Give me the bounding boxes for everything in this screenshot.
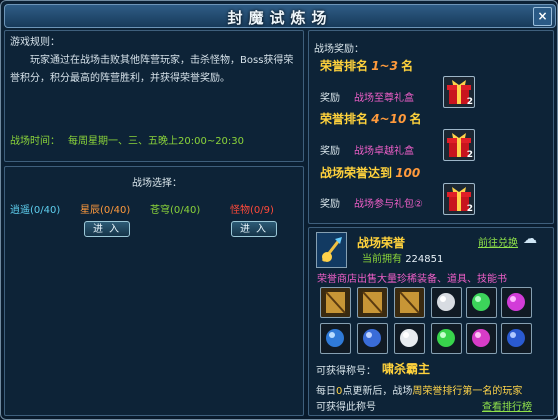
orb-icon [326,329,344,347]
faction-name: 逍遥 [10,205,30,216]
scroll-icon [325,291,346,314]
shop-item-orb[interactable] [431,323,462,354]
shop-item-scroll[interactable] [394,287,425,318]
rewards-heading: 战场奖励： [314,44,364,55]
tier-3-reward-label: 奖励 [320,199,340,210]
close-button[interactable]: × [533,7,552,26]
item-quantity: 2 [466,150,473,160]
faction-name: 苍穹 [150,205,170,216]
honor-medal-icon [316,232,347,268]
orb-icon [363,329,381,347]
tier-3-reward-name[interactable]: 战场参与礼包② [354,195,423,210]
faction-cangqiong[interactable]: 苍穹(0/40) [150,201,200,216]
honor-title: 战场荣誉 [357,236,406,250]
faction-count: (0/9) [250,205,274,216]
orb-icon [437,293,455,311]
title-note-line2: 可获得此称号 [316,402,376,413]
title-bar: 封魔试炼场 × [4,4,556,28]
shop-item-orb[interactable] [357,323,388,354]
gift-box-icon[interactable]: 2 [443,183,475,215]
selection-heading: 战场选择： [132,178,182,189]
faction-count: (0/40) [170,205,201,216]
orb-icon [400,329,418,347]
honor-shop-text: 荣誉商店出售大量珍稀装备、道具、技能书 [317,274,507,285]
note-prefix: 每日 [316,386,336,397]
shop-item-orb[interactable] [501,287,532,318]
shop-item-orb[interactable] [501,323,532,354]
tier-prefix: 战场荣誉达到 [320,166,393,180]
window-title: 封魔试炼场 [227,9,333,27]
shop-item-scroll[interactable] [357,287,388,318]
faction-monster[interactable]: 怪物(0/9) [230,201,274,216]
rank-link[interactable]: 查看排行榜 [482,398,532,413]
faction-xiaoyao[interactable]: 逍遥(0/40) [10,201,60,216]
tier-1-reward-name[interactable]: 战场至尊礼盒 [354,89,414,104]
title-note-line1: 每日0点更新后，战场周荣誉排行第一名的玩家 [316,382,522,397]
owned-value: 224851 [405,254,444,265]
shop-item-orb[interactable] [466,287,497,318]
rules-body: 玩家通过在战场击败其他阵营玩家，击杀怪物，Boss获得荣誉积分，积分最高的阵营胜… [10,55,294,84]
tier-suffix: 名 [401,59,414,73]
enter-button-players[interactable]: 进入 [84,221,130,237]
note-middle: 点更新后，战场 [342,386,413,397]
tier-2-reward-label: 奖励 [320,146,340,157]
orb-icon [507,293,525,311]
tier-range: 1~3 [371,59,398,73]
faction-name: 怪物 [230,205,250,216]
faction-name: 星辰 [80,205,100,216]
title-reward-name: 啸杀霸主 [382,362,431,376]
shop-item-orb[interactable] [466,323,497,354]
rules-heading: 游戏规则： [10,37,60,48]
faction-xingchen[interactable]: 星辰(0/40) [80,201,130,216]
item-quantity: 2 [466,97,473,107]
note-green: 周荣誉排行第一名的玩家 [412,386,523,397]
honor-owned: 当前拥有 224851 [362,250,443,265]
tier-1-heading: 荣誉排名 1~3 名 [320,57,413,74]
scroll-icon [362,291,383,314]
tier-range: 100 [395,166,421,180]
tier-range: 4~10 [371,112,407,126]
scroll-icon [399,291,420,314]
exchange-link[interactable]: 前往兑换 [478,234,518,249]
orb-icon [472,329,490,347]
tier-prefix: 荣誉排名 [320,112,369,126]
shop-item-orb[interactable] [394,323,425,354]
tier-1-reward-label: 奖励 [320,93,340,104]
tier-prefix: 荣誉排名 [320,59,369,73]
orb-icon [472,293,490,311]
faction-count: (0/40) [100,205,131,216]
item-quantity: 2 [466,204,473,214]
faction-count: (0/40) [30,205,61,216]
tier-2-heading: 荣誉排名 4~10 名 [320,110,422,127]
battle-time-label: 战场时间： [10,136,60,147]
gift-box-icon[interactable]: 2 [443,76,475,108]
enter-button-monster[interactable]: 进入 [231,221,277,237]
orb-icon [437,329,455,347]
title-reward-label: 可获得称号： [316,366,376,377]
tier-suffix: 名 [409,112,422,126]
shop-item-orb[interactable] [431,287,462,318]
tier-3-heading: 战场荣誉达到 100 [320,164,420,181]
owned-label: 当前拥有 [362,254,402,265]
medal-graphic [321,237,342,262]
orb-icon [507,329,525,347]
gift-box-icon[interactable]: 2 [443,129,475,161]
cloud-icon: ☁ [523,231,537,247]
shop-item-orb[interactable] [320,323,351,354]
shop-item-scroll[interactable] [320,287,351,318]
tier-2-reward-name[interactable]: 战场卓越礼盒 [354,142,414,157]
battle-time-value: 每周星期一、三、五晚上20:00~20:30 [68,136,245,147]
